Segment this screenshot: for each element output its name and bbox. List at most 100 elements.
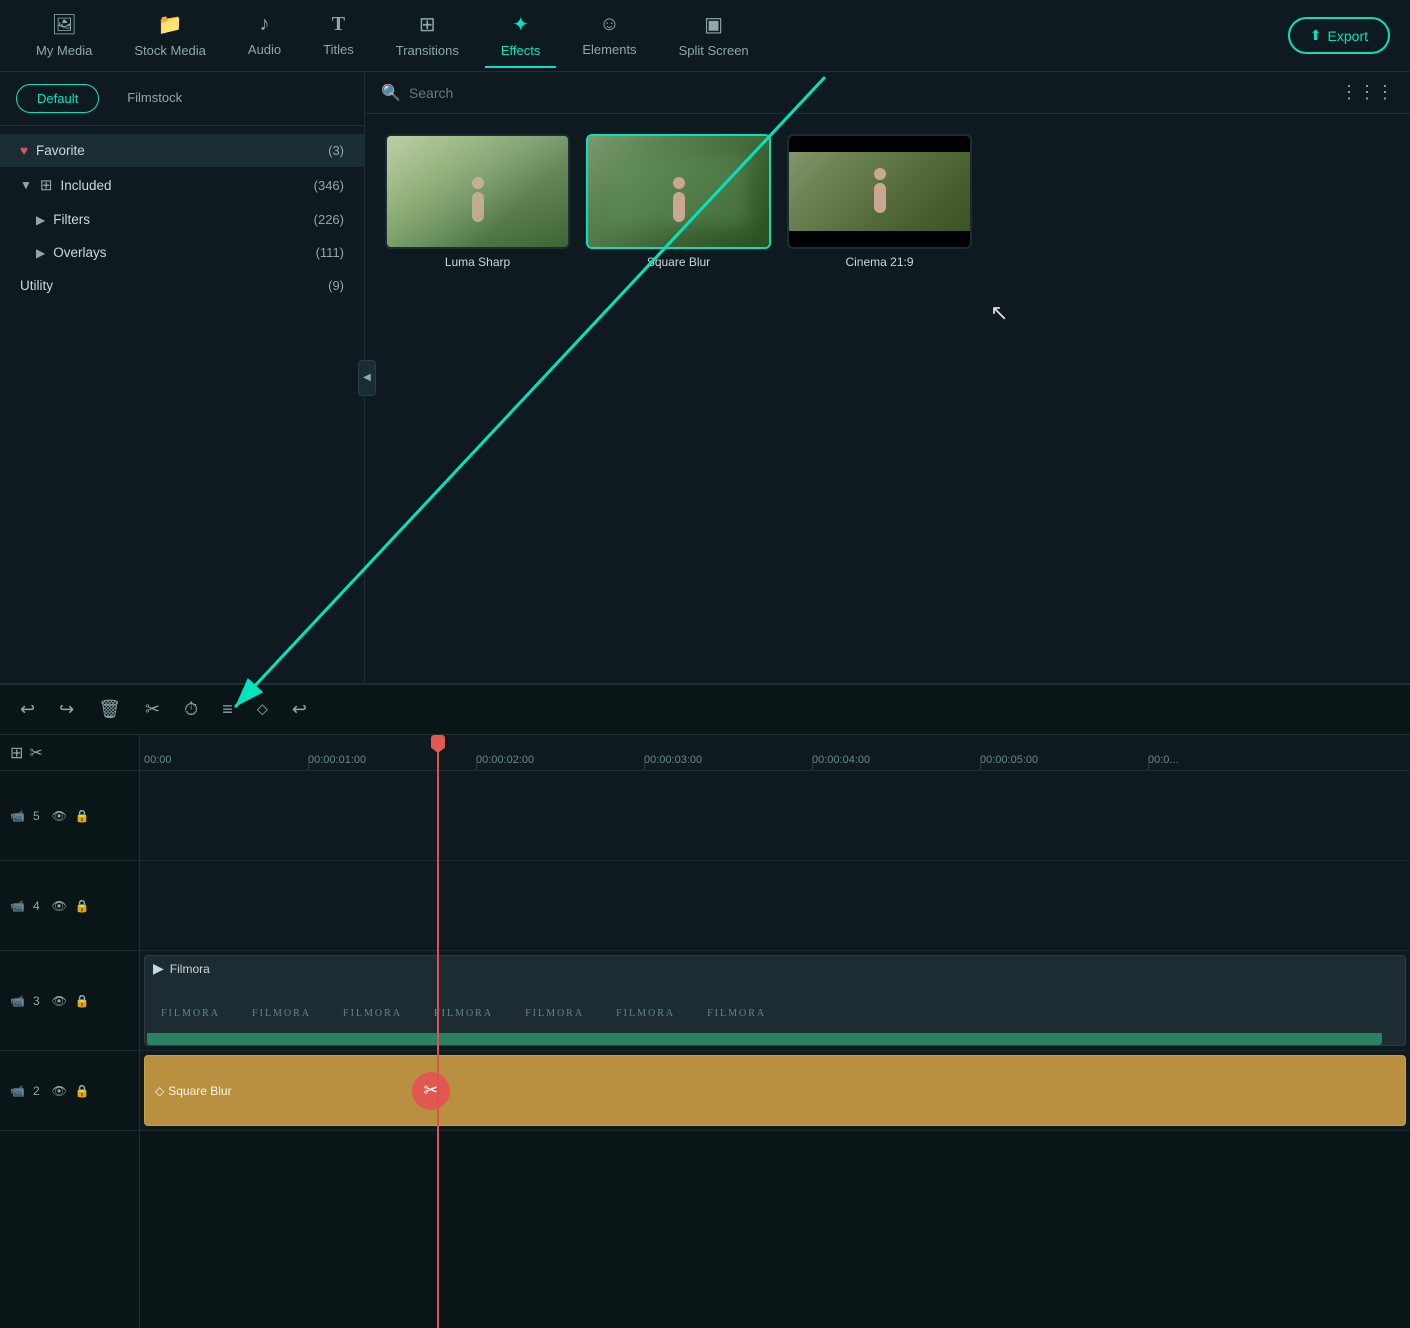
ruler-mark-1: 00:00:01:00	[308, 754, 366, 766]
timeline-ruler: 00:00 00:00:01:00 00:00:02:00 00:00:03:0…	[140, 735, 1410, 771]
included-chevron-icon: ▼	[20, 178, 32, 192]
nav-audio-label: Audio	[248, 42, 281, 57]
filmora-progress-bar	[147, 1033, 1382, 1045]
track-5	[140, 771, 1410, 861]
magnet-icon[interactable]: ✂	[29, 743, 42, 763]
effect-card-cinema-21-9[interactable]: Cinema 21:9	[787, 134, 972, 269]
tab-default[interactable]: Default	[16, 84, 99, 113]
filmora-text-1: FILMORA	[145, 1008, 236, 1019]
track4-eye-icon[interactable]: 👁	[52, 899, 67, 913]
left-panel: Default Filmstock ♥ Favorite (3) ▼ ⊞ Inc…	[0, 72, 365, 683]
timeline-area: ↩ ↪ 🗑 ✂ ⏱ ≡ ⬦ ↩ ⊞ ✂ 📹 5 👁 🔒 📹	[0, 683, 1410, 1328]
filmora-repeats: FILMORA FILMORA FILMORA FILMORA FILMORA …	[145, 956, 1405, 1033]
nav-audio[interactable]: ♪ Audio	[232, 5, 297, 67]
filmora-clip-label: ▶ Filmora	[153, 960, 210, 977]
effects-grid: Luma Sharp Square Blur	[365, 114, 1410, 289]
effect-thumb-luma-sharp	[385, 134, 570, 249]
category-favorite-count: (3)	[328, 143, 344, 158]
titles-icon: T	[332, 13, 345, 36]
track3-eye-icon[interactable]: 👁	[52, 994, 67, 1008]
filmora-label-text: Filmora	[170, 962, 210, 976]
nav-stock-media[interactable]: 📁 Stock Media	[118, 4, 222, 68]
grid-toggle-icon[interactable]: ⋮⋮⋮	[1340, 82, 1394, 103]
effects-icon: ✦	[512, 12, 529, 37]
filmora-text-7: FILMORA	[691, 1008, 782, 1019]
category-filters-label: Filters	[53, 212, 90, 227]
cut-button[interactable]: ✂	[141, 695, 164, 724]
category-overlays[interactable]: ▶ Overlays (111)	[0, 236, 364, 269]
filmora-text-5: FILMORA	[509, 1008, 600, 1019]
top-navigation: 🖼 My Media 📁 Stock Media ♪ Audio T Title…	[0, 0, 1410, 72]
category-list: ♥ Favorite (3) ▼ ⊞ Included (346) ▶ Filt…	[0, 126, 364, 683]
track3-lock-icon[interactable]: 🔒	[75, 994, 90, 1008]
category-overlays-count: (111)	[316, 245, 344, 260]
main-layout: Default Filmstock ♥ Favorite (3) ▼ ⊞ Inc…	[0, 72, 1410, 683]
ruler-mark-5: 00:00:05:00	[980, 754, 1038, 766]
stock-media-icon: 📁	[158, 12, 183, 37]
ruler-mark-0: 00:00	[144, 754, 172, 766]
nav-elements-label: Elements	[582, 42, 636, 57]
tab-filmstock[interactable]: Filmstock	[107, 84, 202, 113]
track-3: ▶ Filmora FILMORA FILMORA FILMORA FILMOR…	[140, 951, 1410, 1051]
nav-titles[interactable]: T Titles	[307, 5, 370, 67]
export-icon: ⬆	[1310, 27, 1322, 44]
redo-button[interactable]: ↪	[55, 695, 78, 724]
effect-card-luma-sharp[interactable]: Luma Sharp	[385, 134, 570, 269]
category-favorite-label: Favorite	[36, 143, 85, 158]
track4-lock-icon[interactable]: 🔒	[75, 899, 90, 913]
effect-card-square-blur[interactable]: Square Blur	[586, 134, 771, 269]
export-button[interactable]: ⬆ Export	[1288, 17, 1390, 54]
zoom-button[interactable]: ↩	[288, 695, 311, 724]
settings-button[interactable]: ≡	[218, 695, 237, 724]
track2-lock-icon[interactable]: 🔒	[75, 1084, 90, 1098]
filmora-clip[interactable]: ▶ Filmora FILMORA FILMORA FILMORA FILMOR…	[144, 955, 1406, 1046]
track2-video-icon: 📹	[10, 1084, 25, 1098]
filter-tabs: Default Filmstock	[0, 72, 364, 126]
category-filters-count: (226)	[314, 212, 344, 227]
category-utility-count: (9)	[328, 278, 344, 293]
scissors-on-clip: ✂	[412, 1072, 450, 1110]
panel-collapse-button[interactable]: ◀	[358, 360, 376, 396]
favorite-icon: ♥	[20, 143, 28, 158]
filmora-text-4: FILMORA	[418, 1008, 509, 1019]
category-included-count: (346)	[314, 178, 344, 193]
nav-transitions-label: Transitions	[396, 43, 459, 58]
delete-button[interactable]: 🗑	[94, 695, 125, 724]
waveform-button[interactable]: ⬦	[253, 697, 272, 723]
track-label-4: 📹 4 👁 🔒	[0, 861, 139, 951]
category-included[interactable]: ▼ ⊞ Included (346)	[0, 167, 364, 203]
category-overlays-label: Overlays	[53, 245, 106, 260]
track5-number: 5	[33, 809, 40, 823]
right-panel: 🔍 ⋮⋮⋮ Luma Sharp	[365, 72, 1410, 683]
track-labels: ⊞ ✂ 📹 5 👁 🔒 📹 4 👁 🔒 📹 3 👁	[0, 735, 140, 1328]
nav-effects[interactable]: ✦ Effects	[485, 4, 557, 68]
track5-eye-icon[interactable]: 👁	[52, 809, 67, 823]
search-icon: 🔍	[381, 83, 401, 103]
track5-lock-icon[interactable]: 🔒	[75, 809, 90, 823]
filmora-repeat-row: FILMORA FILMORA FILMORA FILMORA FILMORA …	[145, 993, 1405, 1033]
add-track-icon[interactable]: ⊞	[10, 743, 23, 763]
search-input[interactable]	[409, 85, 1332, 101]
category-favorite[interactable]: ♥ Favorite (3)	[0, 134, 364, 167]
track2-eye-icon[interactable]: 👁	[52, 1084, 67, 1098]
export-label: Export	[1328, 28, 1368, 44]
search-bar: 🔍 ⋮⋮⋮	[365, 72, 1410, 114]
nav-split-screen[interactable]: ▣ Split Screen	[663, 4, 765, 68]
track-label-3: 📹 3 👁 🔒	[0, 951, 139, 1051]
timeline-content: ⊞ ✂ 📹 5 👁 🔒 📹 4 👁 🔒 📹 3 👁	[0, 735, 1410, 1328]
timer-button[interactable]: ⏱	[180, 695, 202, 724]
included-grid-icon: ⊞	[40, 176, 53, 194]
nav-transitions[interactable]: ⊞ Transitions	[380, 4, 475, 68]
overlays-chevron-icon: ▶	[36, 246, 45, 260]
track-label-2: 📹 2 👁 🔒	[0, 1051, 139, 1131]
split-screen-icon: ▣	[704, 12, 723, 37]
effect-label-cinema-21-9: Cinema 21:9	[787, 255, 972, 269]
nav-my-media[interactable]: 🖼 My Media	[20, 4, 108, 68]
track-2: ◇ Square Blur ✂	[140, 1051, 1410, 1131]
effect-label-square-blur: Square Blur	[586, 255, 771, 269]
undo-button[interactable]: ↩	[16, 695, 39, 724]
category-utility[interactable]: Utility (9)	[0, 269, 364, 302]
nav-elements[interactable]: ☺ Elements	[566, 5, 652, 67]
category-filters[interactable]: ▶ Filters (226)	[0, 203, 364, 236]
square-blur-clip[interactable]: ◇ Square Blur ✂	[144, 1055, 1406, 1126]
